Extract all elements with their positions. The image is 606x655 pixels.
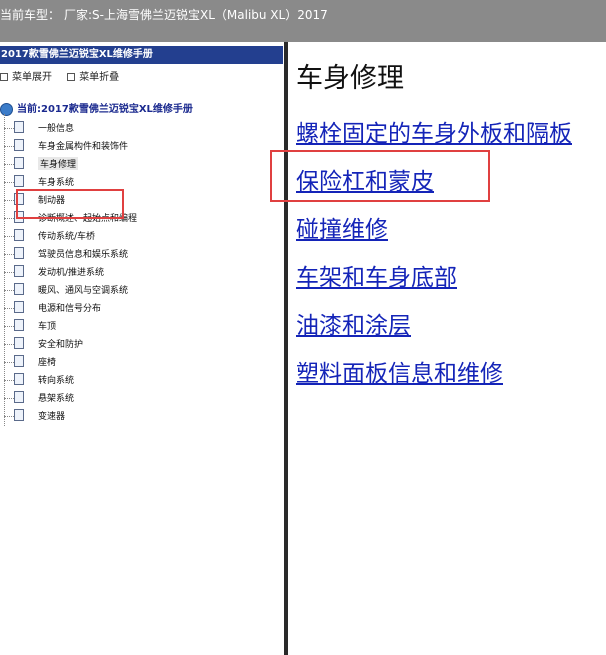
document-icon bbox=[14, 355, 24, 367]
menu-controls: 菜单展开 菜单折叠 bbox=[0, 68, 131, 84]
tree-item-label: 悬架系统 bbox=[38, 394, 75, 404]
link-paint-coatings[interactable]: 油漆和涂层 bbox=[296, 306, 411, 340]
document-icon bbox=[14, 229, 24, 241]
tree-item[interactable]: 暖风、通风与空调系统 bbox=[4, 282, 274, 300]
document-icon bbox=[14, 409, 24, 421]
document-icon bbox=[14, 247, 24, 259]
page-title: 车身修理 bbox=[296, 63, 404, 94]
tree-item-label: 安全和防护 bbox=[38, 340, 84, 350]
highlight-box-selected-item bbox=[16, 189, 124, 219]
document-icon bbox=[14, 175, 24, 187]
document-icon bbox=[14, 283, 24, 295]
title-bar: 当前车型： 厂家:S-上海雪佛兰迈锐宝XL（Malibu XL）2017 bbox=[0, 0, 606, 42]
tree-item-label: 车身系统 bbox=[38, 178, 75, 188]
tree-item[interactable]: 发动机/推进系统 bbox=[4, 264, 274, 282]
content-panel: 车身修理 螺栓固定的车身外板和隔板 保险杠和蒙皮 碰撞维修 车架和车身底部 油漆… bbox=[288, 42, 606, 655]
tree-item-label: 一般信息 bbox=[38, 124, 75, 134]
menu-expand-label: 菜单展开 bbox=[12, 72, 52, 83]
menu-expand-button[interactable]: 菜单展开 bbox=[0, 68, 52, 83]
tree-item-selected[interactable]: 车身修理 bbox=[4, 156, 274, 174]
tree-item-label: 座椅 bbox=[38, 358, 57, 368]
tree-item[interactable]: 电源和信号分布 bbox=[4, 300, 274, 318]
tree-item-label: 电源和信号分布 bbox=[38, 304, 102, 314]
tree-item[interactable]: 悬架系统 bbox=[4, 390, 274, 408]
current-model-label: 当前车型： bbox=[0, 8, 61, 22]
tree-item[interactable]: 安全和防护 bbox=[4, 336, 274, 354]
menu-collapse-button[interactable]: 菜单折叠 bbox=[67, 68, 119, 83]
tree-item[interactable]: 变速器 bbox=[4, 408, 274, 426]
tree-item[interactable]: 车顶 bbox=[4, 318, 274, 336]
expand-icon bbox=[0, 73, 8, 81]
document-icon bbox=[14, 139, 24, 151]
tree-root[interactable]: 当前:2017款雪佛兰迈锐宝XL维修手册 bbox=[0, 100, 193, 116]
globe-icon bbox=[0, 102, 13, 116]
link-collision-repair[interactable]: 碰撞维修 bbox=[296, 210, 388, 244]
document-icon bbox=[14, 301, 24, 313]
current-model-value: 厂家:S-上海雪佛兰迈锐宝XL（Malibu XL）2017 bbox=[64, 8, 328, 22]
navigation-panel: 2017款雪佛兰迈锐宝XL维修手册 菜单展开 菜单折叠 当前:2017款雪佛兰迈… bbox=[0, 42, 285, 655]
document-icon bbox=[14, 121, 24, 133]
tree-item-label: 暖风、通风与空调系统 bbox=[38, 286, 129, 296]
document-icon bbox=[14, 319, 24, 331]
document-icon bbox=[14, 391, 24, 403]
tree-root-label: 当前:2017款雪佛兰迈锐宝XL维修手册 bbox=[17, 104, 193, 115]
tree-item[interactable]: 座椅 bbox=[4, 354, 274, 372]
tree-item-label: 车身金属构件和装饰件 bbox=[38, 142, 129, 152]
document-icon bbox=[14, 157, 24, 169]
tree-item-label: 发动机/推进系统 bbox=[38, 268, 105, 278]
tree-item-label: 传动系统/车桥 bbox=[38, 232, 96, 242]
highlight-box-bumper-link bbox=[270, 150, 490, 202]
tree-item-label: 车身修理 bbox=[38, 157, 79, 170]
document-icon bbox=[14, 373, 24, 385]
document-icon bbox=[14, 337, 24, 349]
menu-collapse-label: 菜单折叠 bbox=[79, 72, 120, 83]
tree-item[interactable]: 驾驶员信息和娱乐系统 bbox=[4, 246, 274, 264]
tree-item-label: 转向系统 bbox=[38, 376, 75, 386]
tree-item[interactable]: 车身金属构件和装饰件 bbox=[4, 138, 274, 156]
tree-item-label: 变速器 bbox=[38, 412, 66, 422]
link-plastic-panels[interactable]: 塑料面板信息和维修 bbox=[296, 354, 503, 388]
tree-item-label: 车顶 bbox=[38, 322, 57, 332]
tree-item[interactable]: 转向系统 bbox=[4, 372, 274, 390]
document-icon bbox=[14, 265, 24, 277]
link-frame-underbody[interactable]: 车架和车身底部 bbox=[296, 258, 457, 292]
tree-item[interactable]: 一般信息 bbox=[4, 120, 274, 138]
tree-item[interactable]: 传动系统/车桥 bbox=[4, 228, 274, 246]
collapse-icon bbox=[67, 73, 76, 81]
tree-item-label: 驾驶员信息和娱乐系统 bbox=[38, 250, 129, 260]
link-body-panels[interactable]: 螺栓固定的车身外板和隔板 bbox=[296, 114, 572, 148]
manual-title-header[interactable]: 2017款雪佛兰迈锐宝XL维修手册 bbox=[0, 46, 283, 64]
